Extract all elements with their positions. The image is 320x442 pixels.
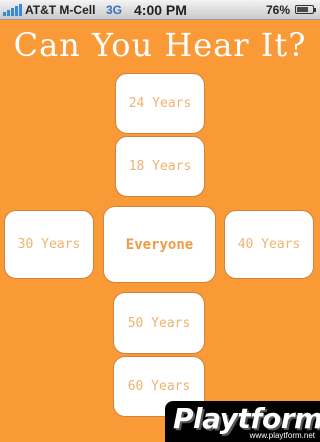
network-type: 3G	[106, 3, 123, 17]
page-title: Can You Hear It?	[13, 26, 307, 64]
age-40-button[interactable]: 40 Years	[224, 210, 314, 279]
age-50-button[interactable]: 50 Years	[113, 292, 205, 354]
status-bar: AT&T M-Cell 3G 4:00 PM 76%	[0, 0, 320, 20]
carrier-label: AT&T M-Cell	[25, 3, 96, 17]
age-30-button[interactable]: 30 Years	[4, 210, 94, 279]
playtform-watermark: Playtform www.playtform.net	[165, 401, 320, 442]
clock: 4:00 PM	[134, 2, 187, 18]
everyone-button[interactable]: Everyone	[103, 206, 216, 283]
battery-percent: 76%	[266, 3, 291, 17]
watermark-url: www.playtform.net	[249, 431, 315, 440]
age-24-button[interactable]: 24 Years	[115, 73, 205, 134]
battery-icon	[295, 5, 316, 14]
age-18-button[interactable]: 18 Years	[115, 136, 205, 197]
signal-strength-icon	[3, 4, 22, 16]
